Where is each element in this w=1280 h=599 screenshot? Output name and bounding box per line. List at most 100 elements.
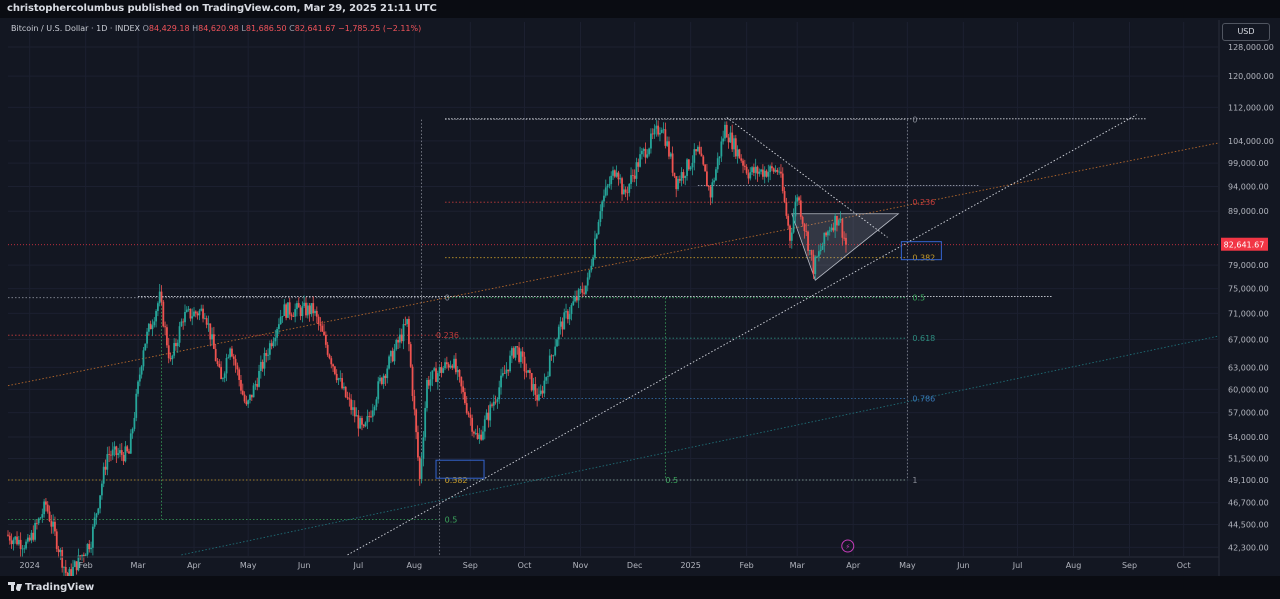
candle-body[interactable] (386, 368, 389, 379)
candle-body[interactable] (413, 396, 416, 410)
candle-body[interactable] (659, 132, 661, 135)
candle-body[interactable] (138, 374, 141, 382)
candle-body[interactable] (229, 348, 232, 358)
candle-body[interactable] (568, 314, 571, 320)
candle-body[interactable] (43, 501, 46, 515)
candle-body[interactable] (828, 230, 831, 232)
candle-body[interactable] (519, 351, 522, 362)
candle-body[interactable] (30, 532, 33, 541)
candle-body[interactable] (500, 375, 502, 388)
candle-body[interactable] (52, 521, 55, 527)
candle-body[interactable] (128, 451, 130, 454)
candle-body[interactable] (465, 403, 468, 413)
candle-body[interactable] (391, 350, 394, 362)
candle-body[interactable] (669, 153, 672, 157)
candle-body[interactable] (689, 167, 692, 170)
candle-body[interactable] (742, 160, 744, 166)
candle-body[interactable] (274, 337, 277, 342)
candle-body[interactable] (678, 178, 681, 181)
candle-body[interactable] (619, 178, 622, 180)
candle-body[interactable] (200, 308, 203, 311)
candle-body[interactable] (716, 158, 719, 170)
candle-body[interactable] (397, 339, 399, 343)
candle-body[interactable] (364, 422, 367, 427)
candle-body[interactable] (308, 305, 311, 315)
candle-body[interactable] (238, 369, 241, 380)
candle-body[interactable] (272, 341, 275, 347)
candle-body[interactable] (478, 434, 481, 439)
candle-body[interactable] (61, 550, 64, 568)
candle-body[interactable] (175, 343, 177, 347)
candle-body[interactable] (227, 357, 230, 359)
candle-body[interactable] (536, 394, 539, 401)
candle-body[interactable] (776, 169, 779, 173)
candle-body[interactable] (574, 296, 576, 302)
candle-body[interactable] (541, 390, 544, 394)
candle-body[interactable] (129, 433, 132, 454)
candle-body[interactable] (380, 377, 383, 384)
candle-body[interactable] (45, 501, 47, 505)
candle-body[interactable] (785, 202, 788, 216)
candle-body[interactable] (545, 377, 548, 381)
candle-body[interactable] (686, 159, 688, 176)
candle-body[interactable] (400, 334, 403, 342)
candle-body[interactable] (142, 350, 145, 367)
candle-body[interactable] (677, 178, 679, 190)
candle-body[interactable] (449, 365, 452, 368)
candle-body[interactable] (314, 310, 316, 314)
candle-body[interactable] (687, 159, 690, 170)
candle-body[interactable] (532, 384, 535, 391)
candle-body[interactable] (283, 304, 286, 316)
candle-body[interactable] (491, 404, 493, 406)
candle-body[interactable] (209, 323, 212, 340)
candle-body[interactable] (445, 362, 448, 365)
candle-body[interactable] (294, 309, 297, 317)
candle-body[interactable] (198, 310, 201, 316)
candle-body[interactable] (707, 186, 710, 188)
candle-body[interactable] (557, 326, 560, 340)
candle-body[interactable] (117, 453, 120, 456)
candle-body[interactable] (126, 446, 129, 452)
candle-body[interactable] (624, 189, 627, 193)
candle-body[interactable] (406, 318, 409, 325)
candle-body[interactable] (196, 313, 199, 316)
candle-body[interactable] (510, 348, 513, 356)
candle-body[interactable] (115, 446, 118, 456)
candle-body[interactable] (158, 291, 161, 304)
candle-body[interactable] (287, 302, 289, 318)
candle-body[interactable] (88, 543, 91, 550)
candle-body[interactable] (19, 539, 22, 549)
candle-body[interactable] (346, 397, 349, 399)
candle-body[interactable] (86, 543, 89, 555)
candle-body[interactable] (133, 417, 136, 429)
candle-body[interactable] (767, 172, 770, 177)
candle-body[interactable] (752, 167, 755, 173)
candle-body[interactable] (335, 373, 338, 381)
candle-body[interactable] (608, 184, 611, 186)
candle-body[interactable] (236, 365, 239, 370)
candle-body[interactable] (104, 466, 107, 470)
candle-body[interactable] (789, 225, 791, 241)
candle-body[interactable] (660, 129, 663, 133)
candle-body[interactable] (485, 412, 488, 420)
candle-body[interactable] (119, 450, 121, 454)
candle-body[interactable] (415, 409, 418, 433)
candle-body[interactable] (330, 358, 333, 365)
candle-body[interactable] (101, 483, 103, 496)
candle-body[interactable] (75, 561, 78, 571)
candle-body[interactable] (50, 521, 53, 527)
candle-body[interactable] (552, 355, 555, 357)
candle-body[interactable] (211, 334, 213, 340)
candle-body[interactable] (592, 257, 595, 266)
candle-body[interactable] (566, 311, 569, 320)
candle-body[interactable] (312, 303, 315, 314)
candle-body[interactable] (436, 373, 439, 382)
candle-body[interactable] (693, 149, 696, 163)
candle-body[interactable] (270, 343, 273, 347)
candle-body[interactable] (613, 170, 616, 177)
candle-body[interactable] (332, 364, 334, 367)
candle-body[interactable] (57, 549, 60, 553)
candle-body[interactable] (523, 356, 526, 372)
candle-body[interactable] (615, 172, 618, 177)
candle-body[interactable] (760, 169, 762, 172)
